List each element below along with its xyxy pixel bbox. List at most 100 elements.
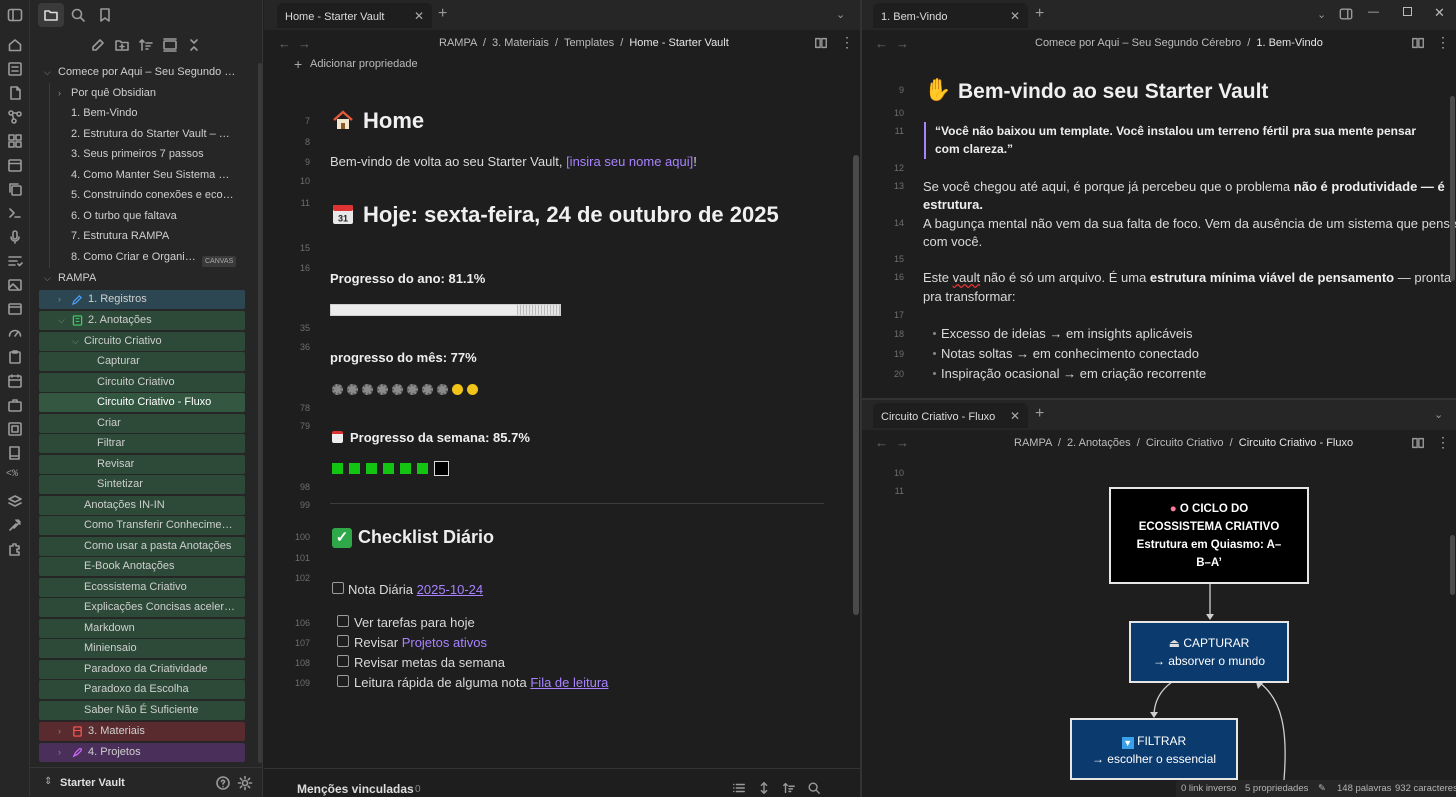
dashboard-icon[interactable] [7, 61, 23, 77]
file-item[interactable]: 4. Como Manter Seu Sistema Vivo – Revisã… [71, 166, 236, 185]
chevron-down-icon[interactable]: ⌵ [58, 311, 65, 330]
misspelled-word[interactable]: vault [953, 270, 980, 285]
more-options-icon[interactable]: ⋮ [1436, 34, 1450, 51]
file-item-canvas[interactable]: 8. Como Criar e Organizar Um Canvas [71, 248, 199, 267]
terminal-icon[interactable] [7, 205, 23, 221]
copy-icon[interactable] [7, 181, 23, 197]
file-item[interactable]: Como Transferir Conhecimento aos Outros [84, 516, 236, 535]
file-item[interactable]: Paradoxo da Criatividade [84, 660, 236, 679]
forward-arrow-icon[interactable]: → [896, 36, 909, 51]
sort-icon[interactable] [138, 37, 154, 53]
projetos-ativos-link[interactable]: Projetos ativos [402, 635, 487, 650]
chevron-down-icon[interactable]: ⌵ [44, 269, 51, 288]
chevron-right-icon[interactable]: › [58, 743, 61, 762]
minimize-icon[interactable]: — [1368, 6, 1379, 18]
crumb-current[interactable]: 1. Bem-Vindo [1256, 37, 1322, 49]
bookmark-icon[interactable] [97, 7, 113, 23]
tab-home-starter-vault[interactable]: Home - Starter Vault ✕ [277, 3, 432, 28]
file-row[interactable] [39, 352, 245, 371]
stack-icon[interactable] [7, 493, 23, 509]
folder-rampa[interactable]: RAMPA [58, 269, 96, 288]
file-item[interactable]: Explicações Concisas aceleram o aprendiz… [84, 598, 236, 617]
briefcase-icon[interactable] [7, 397, 23, 413]
file-item[interactable]: Saber Não É Suficiente [84, 701, 236, 720]
fila-de-leitura-link[interactable]: Fila de leitura [530, 675, 608, 690]
file-item[interactable]: Paradoxo da Escolha [84, 680, 236, 699]
new-note-icon[interactable] [90, 37, 106, 53]
folder-projetos-row[interactable] [39, 743, 245, 762]
file-item[interactable]: Capturar [97, 352, 140, 371]
cycle-title-box[interactable]: ● O CICLO DO ECOSSISTEMA CRIATIVO Estrut… [1109, 487, 1309, 584]
daily-note-checkbox[interactable] [332, 582, 344, 594]
new-folder-icon[interactable] [114, 37, 130, 53]
file-item[interactable]: Markdown [84, 619, 236, 638]
gallery-icon[interactable] [7, 421, 23, 437]
editor-scrollbar[interactable] [853, 155, 859, 615]
files-icon[interactable] [7, 85, 23, 101]
chevron-right-icon[interactable]: › [58, 84, 61, 103]
puzzle-icon[interactable] [7, 541, 23, 557]
folder-materiais[interactable]: 3. Materiais [88, 722, 145, 741]
collapse-icon[interactable] [162, 37, 178, 53]
more-options-icon[interactable]: ⋮ [840, 34, 854, 51]
reading-mode-book-icon[interactable] [1411, 36, 1425, 50]
file-item-active[interactable]: Circuito Criativo - Fluxo [97, 393, 211, 412]
chevron-down-icon[interactable]: ⌵ [72, 332, 79, 351]
chevron-right-icon[interactable]: › [58, 722, 61, 741]
search-icon[interactable] [807, 781, 821, 795]
folder-por-que[interactable]: Por quê Obsidian [71, 84, 231, 103]
maximize-icon[interactable] [1403, 7, 1412, 16]
image-icon[interactable] [7, 277, 23, 293]
file-row[interactable] [39, 434, 245, 453]
graph-icon[interactable] [7, 109, 23, 125]
list-icon[interactable] [732, 781, 746, 795]
sidebar-toggle-icon[interactable] [7, 7, 23, 23]
folder-projetos[interactable]: 4. Projetos [88, 743, 141, 762]
file-item[interactable]: E-Book Anotações [84, 557, 236, 576]
editor-scrollbar[interactable] [1450, 535, 1455, 595]
folder-circuito-criativo[interactable]: Circuito Criativo [84, 332, 162, 351]
daily-note-link[interactable]: 2025-10-24 [417, 582, 484, 597]
file-item[interactable]: Sintetizar [97, 475, 143, 494]
add-property-button[interactable]: Adicionar propriedade [310, 58, 418, 70]
file-row[interactable] [39, 414, 245, 433]
file-item[interactable]: 7. Estrutura RAMPA [71, 227, 236, 246]
calendar-icon[interactable] [7, 157, 23, 173]
properties-count[interactable]: 5 propriedades [1245, 780, 1308, 797]
back-arrow-icon[interactable]: ← [875, 36, 888, 51]
crumb-comece[interactable]: Comece por Aqui – Seu Segundo Cérebro [1035, 37, 1241, 49]
file-item[interactable]: 6. O turbo que faltava [71, 207, 236, 226]
file-item[interactable]: Filtrar [97, 434, 125, 453]
file-item[interactable]: 2. Estrutura do Starter Vault – Como fun… [71, 125, 236, 144]
tab-list-chevron-icon[interactable]: ⌄ [1317, 8, 1326, 21]
task-checkbox[interactable] [337, 655, 349, 667]
crumb-materiais[interactable]: 3. Materiais [492, 37, 549, 49]
backlink-count[interactable]: 0 link inverso [1181, 780, 1236, 797]
back-arrow-icon[interactable]: ← [278, 36, 291, 51]
backlinks-header[interactable]: Menções vinculadas [297, 782, 414, 796]
filtrar-node[interactable]: ▼ FILTRAR → escolher o essencial [1070, 718, 1238, 780]
folder-icon[interactable] [43, 7, 59, 23]
new-tab-plus-icon[interactable]: + [438, 5, 447, 23]
file-item[interactable]: 5. Construindo conexões e economia [71, 186, 236, 205]
sidebar-right-icon[interactable] [1339, 7, 1353, 21]
calendar-alt-icon[interactable] [7, 373, 23, 389]
settings-gear-icon[interactable] [237, 775, 253, 791]
sidebar-scrollbar[interactable] [258, 63, 262, 763]
tools-icon[interactable] [7, 517, 23, 533]
folder-registros[interactable]: 1. Registros [88, 290, 147, 309]
expand-icon[interactable] [757, 781, 771, 795]
name-placeholder-link[interactable]: [insira seu nome aqui] [566, 154, 693, 169]
task-checkbox[interactable] [337, 615, 349, 627]
crumb-templates[interactable]: Templates [564, 37, 614, 49]
tab-bem-vindo[interactable]: 1. Bem-Vindo ✕ [873, 3, 1028, 28]
task-checkbox[interactable] [337, 675, 349, 687]
crumb-current[interactable]: Home - Starter Vault [629, 37, 728, 49]
add-property-plus-icon[interactable]: + [294, 56, 302, 72]
task-checkbox[interactable] [337, 635, 349, 647]
updown-chevron-icon[interactable]: ⇕ [44, 776, 52, 787]
file-item[interactable]: Revisar [97, 455, 134, 474]
reading-mode-book-icon[interactable] [814, 36, 828, 50]
file-item[interactable]: Circuito Criativo [97, 373, 175, 392]
close-icon[interactable]: ✕ [1010, 9, 1020, 23]
